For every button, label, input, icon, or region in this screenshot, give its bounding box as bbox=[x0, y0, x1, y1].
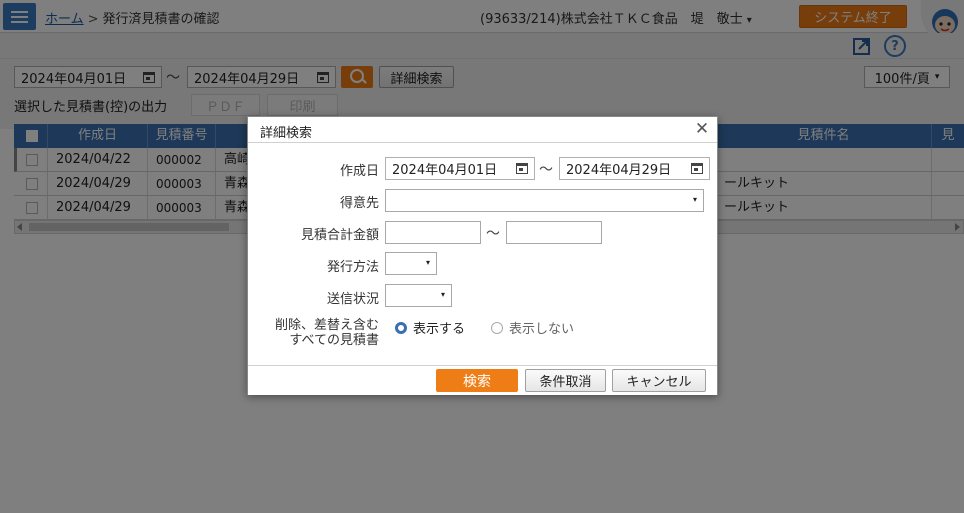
dialog-title: 詳細検索 bbox=[260, 126, 313, 141]
search-button[interactable]: 検索 bbox=[436, 369, 518, 392]
detail-search-dialog: 詳細検索 ✕ 作成日 2024年04月01日 〜 2024年04月29日 得意先… bbox=[247, 116, 718, 395]
client-label: 得意先 bbox=[339, 196, 379, 211]
send-status-label: 送信状況 bbox=[326, 292, 379, 307]
chevron-down-icon: ▾ bbox=[440, 290, 445, 299]
calendar-icon[interactable] bbox=[691, 163, 703, 174]
amount-to-input[interactable] bbox=[506, 221, 602, 244]
dialog-footer: 検索 条件取消 キャンセル bbox=[248, 365, 717, 395]
chevron-down-icon: ▾ bbox=[425, 258, 430, 267]
dialog-title-bar: 詳細検索 ✕ bbox=[248, 117, 717, 143]
include-all-label: 削除、差替え含む すべての見積書 bbox=[275, 318, 379, 348]
dialog-date-from-value: 2024年04月01日 bbox=[392, 163, 498, 178]
radio-show[interactable]: 表示する bbox=[395, 318, 465, 337]
dialog-date-to-value: 2024年04月29日 bbox=[566, 163, 672, 178]
issue-method-label: 発行方法 bbox=[326, 260, 379, 275]
radio-hide[interactable]: 表示しない bbox=[491, 318, 574, 337]
cancel-button[interactable]: キャンセル bbox=[612, 369, 706, 392]
client-select[interactable]: ▾ bbox=[385, 189, 704, 212]
clear-conditions-button[interactable]: 条件取消 bbox=[525, 369, 606, 392]
radio-unchecked-icon bbox=[491, 321, 503, 334]
calendar-icon[interactable] bbox=[516, 163, 528, 174]
include-all-label-line1: 削除、差替え含む bbox=[274, 318, 379, 333]
range-separator: 〜 bbox=[486, 226, 500, 242]
radio-hide-label: 表示しない bbox=[509, 322, 575, 337]
send-status-select[interactable]: ▾ bbox=[385, 284, 452, 307]
chevron-down-icon: ▾ bbox=[692, 195, 697, 204]
created-date-label: 作成日 bbox=[339, 164, 379, 179]
amount-label: 見積合計金額 bbox=[300, 228, 379, 243]
radio-checked-icon bbox=[395, 321, 407, 334]
range-separator: 〜 bbox=[539, 162, 553, 178]
include-all-label-line2: すべての見積書 bbox=[289, 333, 379, 348]
close-icon[interactable]: ✕ bbox=[693, 120, 711, 138]
dialog-date-to-field[interactable]: 2024年04月29日 bbox=[559, 157, 710, 180]
amount-from-input[interactable] bbox=[385, 221, 481, 244]
radio-show-label: 表示する bbox=[413, 322, 466, 337]
dialog-date-from-field[interactable]: 2024年04月01日 bbox=[385, 157, 535, 180]
issue-method-select[interactable]: ▾ bbox=[385, 252, 437, 275]
